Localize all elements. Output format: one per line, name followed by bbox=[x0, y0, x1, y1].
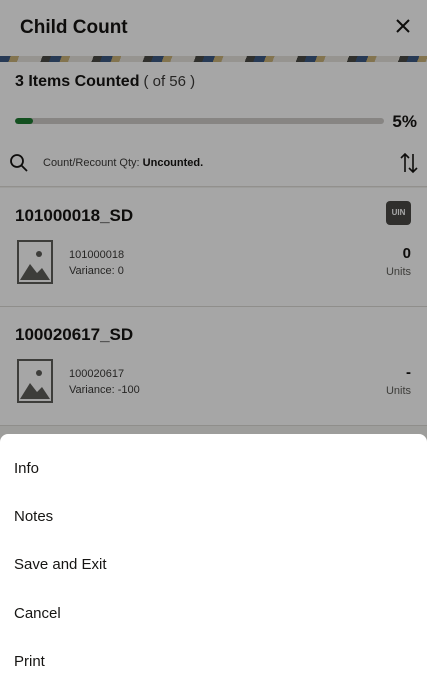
menu-item-info[interactable]: Info bbox=[14, 460, 39, 477]
menu-item-print[interactable]: Print bbox=[14, 653, 45, 670]
action-sheet: Info Notes Save and Exit Cancel Print bbox=[0, 434, 427, 691]
menu-item-cancel[interactable]: Cancel bbox=[14, 605, 61, 622]
menu-item-notes[interactable]: Notes bbox=[14, 508, 53, 525]
menu-item-save-and-exit[interactable]: Save and Exit bbox=[14, 556, 107, 573]
